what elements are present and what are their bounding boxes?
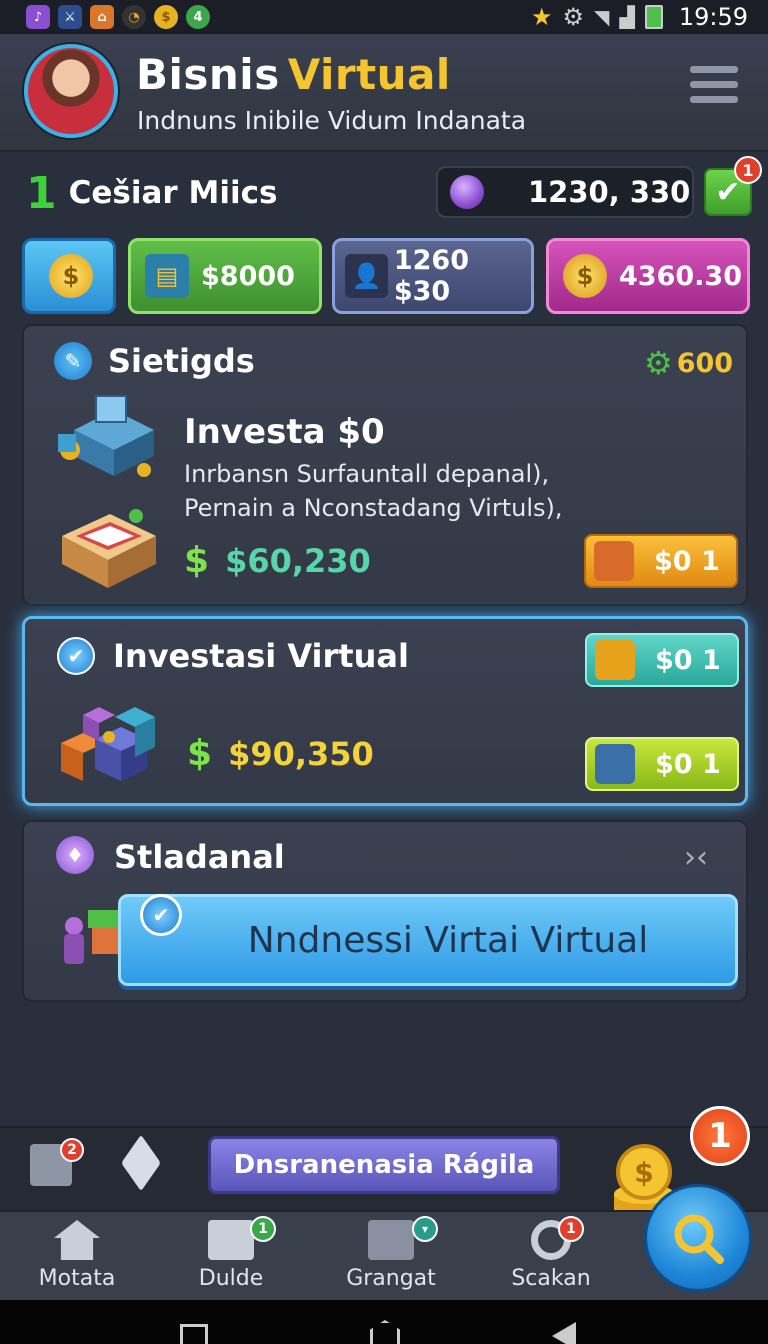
green-badge-icon: 4 xyxy=(186,5,210,29)
shop-badge: 2 xyxy=(60,1138,84,1162)
nav-badge-grangat: ▾ xyxy=(412,1216,438,1242)
check-icon: ✔ xyxy=(715,174,741,210)
investment-heading: Investa $0 xyxy=(184,412,385,452)
level-name: Cešiar Miics xyxy=(68,175,278,211)
factory-icon xyxy=(58,395,154,477)
magnifier-icon xyxy=(674,1214,724,1264)
orange-app-icon: ⌂ xyxy=(90,5,114,29)
collapse-icon[interactable]: ›‹ xyxy=(684,840,708,875)
gem-icon: ♦ xyxy=(56,836,94,874)
card-title: Investasi Virtual xyxy=(113,637,409,675)
home-nav-icon[interactable] xyxy=(370,1320,400,1344)
nav-item-grangat[interactable]: Grangat xyxy=(316,1220,466,1291)
level-number: 1 xyxy=(26,167,57,219)
shield-app-icon: ⚔ xyxy=(58,5,82,29)
upgrade-button-1[interactable]: $0 1 xyxy=(585,633,739,687)
businessman-icon: 👤 xyxy=(345,254,388,298)
notification-badge: 1 xyxy=(734,156,762,184)
nav-badge-scakan: 1 xyxy=(558,1216,584,1242)
nav-item-scakan[interactable]: Scakan xyxy=(476,1220,626,1291)
card-sietigds: ✎ Sietigds ⚙ 600 Investa $0 Inrbansn Sur… xyxy=(22,324,748,606)
collect-button[interactable]: $0 1 xyxy=(584,534,738,588)
upgrade-button-2[interactable]: $0 1 xyxy=(585,737,739,791)
page-subtitle: Indnuns Inibile Vidum Indanata xyxy=(137,106,527,135)
check-circle-icon: ✔ xyxy=(140,894,182,936)
currency-row: $ ▤ $8000 👤 1260 $30 $ 4360.30 xyxy=(22,238,752,314)
svg-text:$: $ xyxy=(634,1156,653,1189)
gold-block-icon xyxy=(595,640,635,680)
search-fab-button[interactable] xyxy=(644,1184,752,1292)
crate-icon xyxy=(62,509,156,588)
blocks-icon xyxy=(61,707,155,781)
menu-icon[interactable] xyxy=(690,66,738,106)
status-bar: ♪ ⚔ ⌂ ◔ $ 4 ★ ⚙ ◥ ▟ 19:59 xyxy=(0,0,768,34)
card-stladanal: ♦ Stladanal ›‹ Nndnessi Virtai Virtual ✔ xyxy=(22,820,748,1002)
avatar[interactable] xyxy=(24,44,118,138)
star-icon: ★ xyxy=(531,3,553,31)
workers-icon xyxy=(64,910,122,964)
cash-currency[interactable]: ▤ $8000 xyxy=(128,238,322,314)
pencil-icon: ✎ xyxy=(54,342,92,380)
primary-action-button[interactable]: Nndnessi Virtai Virtual xyxy=(118,894,738,986)
battery-icon xyxy=(644,5,663,29)
cash-stack-icon: ▤ xyxy=(145,254,189,298)
signal-icon: ▟ xyxy=(619,5,635,29)
flag-icon xyxy=(208,1220,254,1260)
nav-badge-dulde: 1 xyxy=(250,1216,276,1242)
check-circle-icon: ✔ xyxy=(57,637,95,675)
home-icon xyxy=(54,1220,100,1260)
card-title: Sietigds xyxy=(108,342,255,380)
gem-counter[interactable]: 1230, 330 xyxy=(436,166,694,218)
dollar-currency-button[interactable]: $ xyxy=(22,238,116,314)
gold-currency[interactable]: $ 4360.30 xyxy=(546,238,750,314)
level-row: 1 Cešiar Miics xyxy=(26,166,277,220)
card-title: Stladanal xyxy=(114,838,285,876)
wifi-icon: ◥ xyxy=(594,5,610,29)
page-title: Bisnis Virtual xyxy=(136,50,451,99)
clock-icon: ◔ xyxy=(122,5,146,29)
recent-apps-icon[interactable] xyxy=(180,1324,208,1344)
back-icon[interactable] xyxy=(552,1322,576,1344)
investment-description: Inrbansn Surfauntall depanal), xyxy=(184,460,550,488)
gem-icon xyxy=(450,175,484,209)
gold-coins-icon: $ xyxy=(563,254,607,298)
purple-app-icon: ♪ xyxy=(26,5,50,29)
businessman-icon xyxy=(594,541,634,581)
gear-reward: ⚙ 600 xyxy=(644,344,734,382)
gear-icon: ⚙ xyxy=(644,344,673,382)
dollar-icon: $ xyxy=(184,540,210,581)
checklist-icon xyxy=(368,1220,414,1260)
money-value: $ $60,230 xyxy=(184,540,371,581)
clock-time: 19:59 xyxy=(678,3,748,31)
card-investasi-virtual: ✔ Investasi Virtual $ $90,350 $0 1 $0 1 xyxy=(22,616,748,806)
dollar-coin-icon: $ xyxy=(49,254,93,298)
nav-item-home[interactable]: Motata xyxy=(2,1220,152,1291)
nav-item-dulde[interactable]: Dulde xyxy=(156,1220,306,1291)
money-value: $ $90,350 xyxy=(187,733,374,774)
gem-value: 1230, 330 xyxy=(528,175,691,209)
investment-description-2: Pernain a Nconstadang Virtuls), xyxy=(184,494,563,522)
promo-button[interactable]: Dnsranenasia Rágila xyxy=(208,1136,560,1194)
gear-icon: ⚙ xyxy=(562,3,585,31)
businessman-icon xyxy=(595,744,635,784)
fab-badge: 1 xyxy=(690,1106,750,1166)
dollar-icon: $ xyxy=(187,733,213,774)
system-nav-bar xyxy=(0,1300,768,1344)
business-currency[interactable]: 👤 1260 $30 xyxy=(332,238,534,314)
app-header: Bisnis Virtual Indnuns Inibile Vidum Inda… xyxy=(0,34,768,152)
coin-icon: $ xyxy=(154,5,178,29)
